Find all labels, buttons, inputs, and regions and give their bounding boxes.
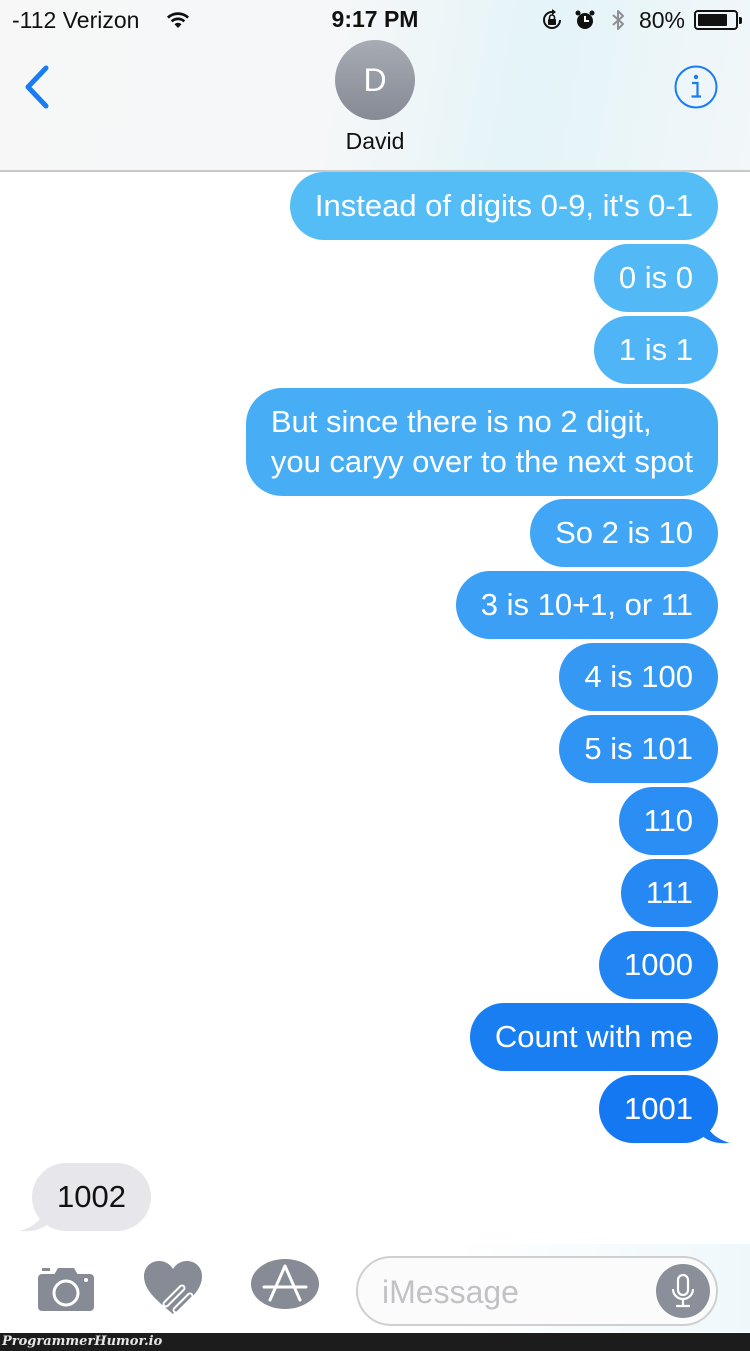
top-bar: -112 Verizon 9:17 PM 80% D David [0, 0, 750, 172]
message-bubble-outgoing[interactable]: 5 is 101 [559, 715, 718, 783]
message-bubble-outgoing[interactable]: 111 [620, 859, 718, 927]
info-icon[interactable] [673, 64, 719, 110]
message-bubble-outgoing[interactable]: But since there is no 2 digit, you caryy… [245, 388, 718, 496]
app-store-icon[interactable] [250, 1258, 320, 1310]
rotation-lock-icon [542, 9, 561, 29]
message-bubble-outgoing[interactable]: 3 is 10+1, or 11 [455, 571, 718, 639]
contact-name[interactable]: David [0, 128, 750, 155]
camera-icon[interactable] [36, 1266, 96, 1312]
message-bubble-outgoing[interactable]: So 2 is 10 [530, 499, 718, 567]
message-bubble-outgoing[interactable]: 1 is 1 [593, 316, 718, 384]
compose-bar [0, 1244, 750, 1332]
heart-touch-icon[interactable] [142, 1260, 204, 1316]
bubble-tail-outgoing [700, 1110, 730, 1144]
status-icons: 80% [540, 6, 742, 34]
watermark: ProgrammerHumor.io [0, 1333, 750, 1351]
message-bubble-outgoing[interactable]: 1000 [599, 931, 718, 999]
bubble-tail-incoming [20, 1198, 50, 1232]
message-input[interactable] [382, 1268, 652, 1316]
avatar[interactable]: D [335, 40, 415, 120]
conversation-header: D David [0, 40, 750, 170]
alarm-icon [575, 10, 595, 29]
watermark-text: ProgrammerHumor.io [2, 1334, 163, 1349]
microphone-button[interactable] [656, 1264, 710, 1318]
message-bubble-outgoing[interactable]: 4 is 100 [559, 643, 718, 711]
battery-percent: 80% [638, 6, 685, 33]
message-bubble-outgoing[interactable]: 110 [618, 787, 718, 855]
bluetooth-icon [612, 10, 624, 30]
imessage-field[interactable] [356, 1256, 718, 1326]
battery-fill [698, 14, 727, 26]
message-bubble-outgoing[interactable]: Count with me [469, 1003, 718, 1071]
status-bar: -112 Verizon 9:17 PM 80% [0, 0, 750, 40]
message-bubble-outgoing[interactable]: Instead of digits 0-9, it's 0-1 [289, 172, 718, 240]
chevron-left-icon[interactable] [20, 64, 56, 110]
message-bubble-outgoing[interactable]: 0 is 0 [593, 244, 718, 312]
microphone-icon [671, 1273, 695, 1308]
battery-icon [694, 10, 742, 30]
